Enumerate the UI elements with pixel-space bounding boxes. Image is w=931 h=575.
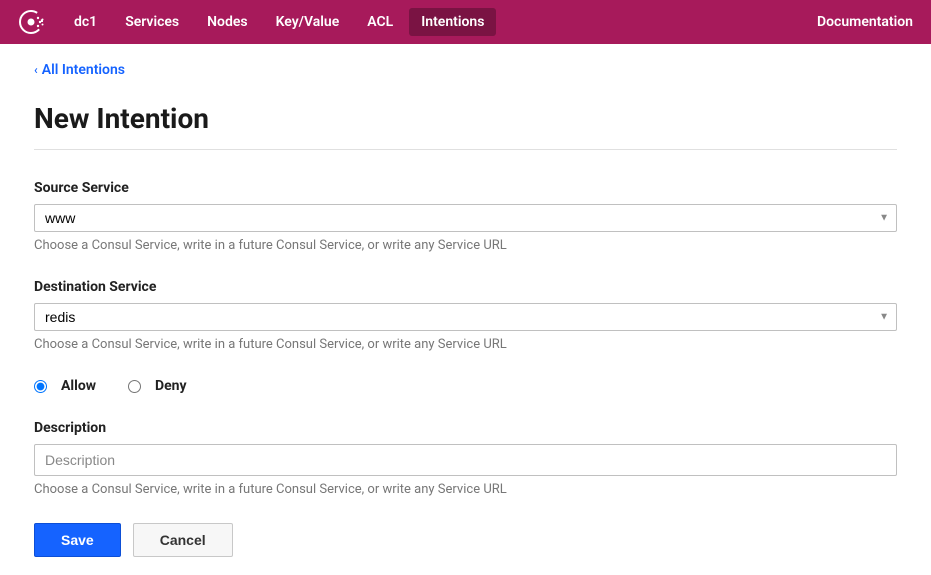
source-service-select[interactable]: ▼ xyxy=(34,204,897,232)
radio-deny[interactable]: Deny xyxy=(128,378,187,394)
destination-service-select[interactable]: ▼ xyxy=(34,303,897,331)
page-title: New Intention xyxy=(34,102,897,150)
source-service-group: Source Service ▼ Choose a Consul Service… xyxy=(34,180,897,253)
save-button[interactable]: Save xyxy=(34,523,121,557)
radio-allow-input[interactable] xyxy=(34,380,47,393)
radio-allow-label: Allow xyxy=(61,378,96,394)
source-service-label: Source Service xyxy=(34,180,897,196)
source-service-help: Choose a Consul Service, write in a futu… xyxy=(34,238,897,253)
radio-allow[interactable]: Allow xyxy=(34,378,96,394)
nav-item-services[interactable]: Services xyxy=(113,8,191,36)
nav-items: dc1 Services Nodes Key/Value ACL Intenti… xyxy=(62,8,817,36)
nav-item-keyvalue[interactable]: Key/Value xyxy=(264,8,352,36)
description-input[interactable] xyxy=(34,444,897,476)
radio-deny-input[interactable] xyxy=(128,380,141,393)
destination-service-input[interactable] xyxy=(34,303,897,331)
breadcrumb-label: All Intentions xyxy=(42,62,125,78)
cancel-button[interactable]: Cancel xyxy=(133,523,233,557)
nav-item-acl[interactable]: ACL xyxy=(355,8,405,36)
source-service-input[interactable] xyxy=(34,204,897,232)
consul-logo-icon[interactable] xyxy=(18,9,44,35)
nav-item-nodes[interactable]: Nodes xyxy=(195,8,259,36)
destination-service-help: Choose a Consul Service, write in a futu… xyxy=(34,337,897,352)
button-row: Save Cancel xyxy=(34,523,897,557)
action-radio-group: Allow Deny xyxy=(34,378,897,394)
description-group: Description Choose a Consul Service, wri… xyxy=(34,420,897,497)
destination-service-group: Destination Service ▼ Choose a Consul Se… xyxy=(34,279,897,352)
breadcrumb[interactable]: ‹ All Intentions xyxy=(34,62,897,78)
navbar: dc1 Services Nodes Key/Value ACL Intenti… xyxy=(0,0,931,44)
chevron-left-icon: ‹ xyxy=(34,63,38,77)
nav-item-intentions[interactable]: Intentions xyxy=(409,8,496,36)
destination-service-label: Destination Service xyxy=(34,279,897,295)
main-container: ‹ All Intentions New Intention Source Se… xyxy=(0,44,931,575)
description-label: Description xyxy=(34,420,897,436)
description-help: Choose a Consul Service, write in a futu… xyxy=(34,482,897,497)
nav-datacenter[interactable]: dc1 xyxy=(62,8,109,36)
nav-documentation[interactable]: Documentation xyxy=(817,14,913,30)
radio-deny-label: Deny xyxy=(155,378,187,394)
